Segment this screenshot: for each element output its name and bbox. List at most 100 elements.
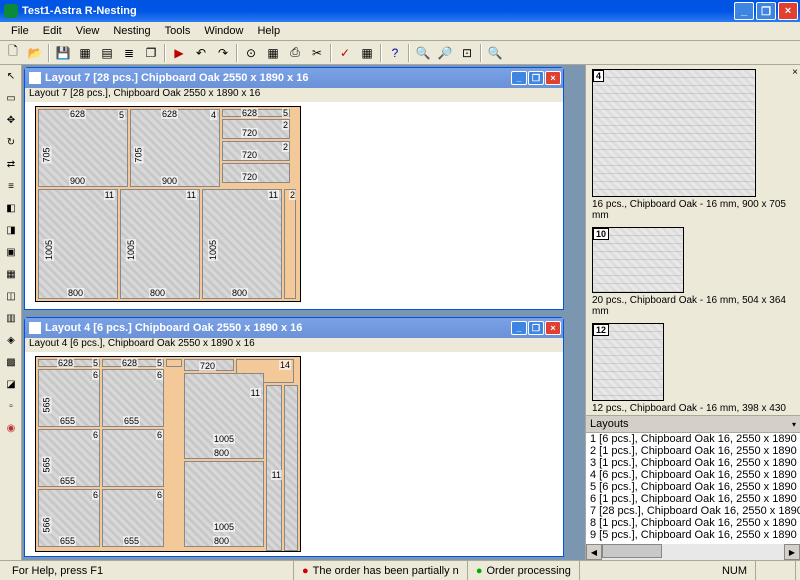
tool-b-icon[interactable]: ◨ (1, 220, 21, 240)
mdi-window-layout7[interactable]: Layout 7 [28 pcs.] Chipboard Oak 2550 x … (24, 67, 564, 310)
copy-icon[interactable]: ❐ (140, 43, 162, 63)
menu-window[interactable]: Window (197, 24, 250, 38)
tool-g-icon[interactable]: ◈ (1, 330, 21, 350)
parts-thumbnails: 4 16 pcs., Chipboard Oak - 16 mm, 900 x … (586, 65, 800, 415)
calendar-icon[interactable]: ▦ (356, 43, 378, 63)
layout-icon (29, 322, 41, 334)
chevron-down-icon[interactable]: ▾ (792, 420, 796, 429)
layout-row[interactable]: 4 [6 pcs.], Chipboard Oak 16, 2550 x 189… (586, 469, 800, 481)
mdi-close-button[interactable]: × (545, 321, 561, 335)
mdi-close-button[interactable]: × (545, 71, 561, 85)
grid-icon[interactable]: ▤ (96, 43, 118, 63)
help-icon[interactable]: ? (384, 43, 406, 63)
status-order-msg: ●The order has been partially n (294, 561, 468, 580)
status-help: For Help, press F1 (4, 561, 294, 580)
close-button[interactable]: × (778, 2, 798, 20)
move-icon[interactable]: ✥ (1, 110, 21, 130)
menu-edit[interactable]: Edit (36, 24, 69, 38)
pointer-icon[interactable]: ↖ (1, 66, 21, 86)
layers-icon[interactable]: ≣ (118, 43, 140, 63)
align-icon[interactable]: ≡ (1, 176, 21, 196)
mdi-area: Layout 7 [28 pcs.] Chipboard Oak 2550 x … (22, 65, 585, 560)
thumb-caption: 20 pcs., Chipboard Oak - 16 mm, 504 x 36… (592, 293, 794, 319)
open-icon[interactable]: 📂 (24, 43, 46, 63)
cut-icon[interactable]: ✂ (306, 43, 328, 63)
layout-icon (29, 72, 41, 84)
flip-icon[interactable]: ⇄ (1, 154, 21, 174)
table-icon[interactable]: ▦ (262, 43, 284, 63)
menubar: File Edit View Nesting Tools Window Help (0, 22, 800, 41)
rotate-icon[interactable]: ↻ (1, 132, 21, 152)
zoom-in-icon[interactable]: 🔍 (412, 43, 434, 63)
tool-a-icon[interactable]: ◧ (1, 198, 21, 218)
layout-row[interactable]: 8 [1 pcs.], Chipboard Oak 16, 2550 x 189… (586, 517, 800, 529)
save-icon[interactable]: 💾 (52, 43, 74, 63)
tool-k-icon[interactable]: ◉ (1, 418, 21, 438)
mdi-min-button[interactable]: _ (511, 71, 527, 85)
layout-row[interactable]: 1 [6 pcs.], Chipboard Oak 16, 2550 x 189… (586, 433, 800, 445)
run-icon[interactable]: ▶ (168, 43, 190, 63)
menu-help[interactable]: Help (250, 24, 287, 38)
titlebar: Test1-Astra R-Nesting _ ❐ × (0, 0, 800, 22)
left-toolbar: ↖ ▭ ✥ ↻ ⇄ ≡ ◧ ◨ ▣ ▦ ◫ ▥ ◈ ▩ ◪ ▫ ◉ (0, 65, 22, 560)
layouts-header: Layouts (590, 418, 629, 430)
layout-row[interactable]: 9 [5 pcs.], Chipboard Oak 16, 2550 x 189… (586, 529, 800, 541)
mdi-max-button[interactable]: ❐ (528, 71, 544, 85)
status-order-proc: ●Order processing (468, 561, 580, 580)
tool-h-icon[interactable]: ▩ (1, 352, 21, 372)
layout-canvas[interactable]: 5628705900 4628705900 5628 2720 2720 720… (25, 102, 563, 309)
menu-nesting[interactable]: Nesting (106, 24, 157, 38)
mdi-min-button[interactable]: _ (511, 321, 527, 335)
print-icon[interactable]: ⎙ (284, 43, 306, 63)
menu-file[interactable]: File (4, 24, 36, 38)
layout-row[interactable]: 6 [1 pcs.], Chipboard Oak 16, 2550 x 189… (586, 493, 800, 505)
redo-icon[interactable]: ↷ (212, 43, 234, 63)
tool-f-icon[interactable]: ▥ (1, 308, 21, 328)
zoom-fit-icon[interactable]: ⊡ (456, 43, 478, 63)
tool-j-icon[interactable]: ▫ (1, 396, 21, 416)
layout-canvas[interactable]: 5628 5628 720 14 6565655 6655 118001005 … (25, 352, 563, 556)
undo-icon[interactable]: ↶ (190, 43, 212, 63)
tool-c-icon[interactable]: ▣ (1, 242, 21, 262)
new-icon[interactable]: 🗋 (2, 43, 24, 63)
mdi-max-button[interactable]: ❐ (528, 321, 544, 335)
minimize-button[interactable]: _ (734, 2, 754, 20)
mdi-title: Layout 7 [28 pcs.] Chipboard Oak 2550 x … (45, 72, 511, 84)
window-title: Test1-Astra R-Nesting (22, 5, 734, 17)
thumb-caption: 12 pcs., Chipboard Oak - 16 mm, 398 x 43… (592, 401, 794, 415)
menu-tools[interactable]: Tools (158, 24, 198, 38)
zoom-out-icon[interactable]: 🔎 (434, 43, 456, 63)
tool-e-icon[interactable]: ◫ (1, 286, 21, 306)
part-thumb[interactable]: 4 16 pcs., Chipboard Oak - 16 mm, 900 x … (592, 69, 794, 223)
layout-row[interactable]: 2 [1 pcs.], Chipboard Oak 16, 2550 x 189… (586, 445, 800, 457)
zoom-region-icon[interactable]: 🔍 (484, 43, 506, 63)
layout-row[interactable]: 5 [6 pcs.], Chipboard Oak 16, 2550 x 189… (586, 481, 800, 493)
part-thumb[interactable]: 10 20 pcs., Chipboard Oak - 16 mm, 504 x… (592, 227, 794, 319)
menu-view[interactable]: View (69, 24, 107, 38)
status-num: NUM (714, 561, 756, 580)
tile-icon[interactable]: ▦ (74, 43, 96, 63)
target-icon[interactable]: ⊙ (240, 43, 262, 63)
layout-row[interactable]: 3 [1 pcs.], Chipboard Oak 16, 2550 x 189… (586, 457, 800, 469)
layouts-list[interactable]: 1 [6 pcs.], Chipboard Oak 16, 2550 x 189… (586, 433, 800, 544)
select-icon[interactable]: ▭ (1, 88, 21, 108)
app-icon (4, 4, 18, 18)
scroll-left-icon[interactable]: ◀ (586, 544, 602, 560)
right-panel: × 4 16 pcs., Chipboard Oak - 16 mm, 900 … (585, 65, 800, 560)
layout-row[interactable]: 7 [28 pcs.], Chipboard Oak 16, 2550 x 18… (586, 505, 800, 517)
tool-i-icon[interactable]: ◪ (1, 374, 21, 394)
h-scrollbar[interactable]: ◀ ▶ (586, 544, 800, 560)
statusbar: For Help, press F1 ●The order has been p… (0, 560, 800, 580)
mdi-title: Layout 4 [6 pcs.] Chipboard Oak 2550 x 1… (45, 322, 511, 334)
part-thumb[interactable]: 12 12 pcs., Chipboard Oak - 16 mm, 398 x… (592, 323, 794, 415)
tool-d-icon[interactable]: ▦ (1, 264, 21, 284)
thumb-tag: 12 (593, 324, 609, 336)
mdi-caption: Layout 7 [28 pcs.], Chipboard Oak 2550 x… (25, 88, 563, 102)
maximize-button[interactable]: ❐ (756, 2, 776, 20)
panel-close-icon[interactable]: × (792, 67, 798, 78)
mdi-caption: Layout 4 [6 pcs.], Chipboard Oak 2550 x … (25, 338, 563, 352)
scroll-right-icon[interactable]: ▶ (784, 544, 800, 560)
mdi-window-layout4[interactable]: Layout 4 [6 pcs.] Chipboard Oak 2550 x 1… (24, 317, 564, 557)
check-icon[interactable]: ✓ (334, 43, 356, 63)
thumb-caption: 16 pcs., Chipboard Oak - 16 mm, 900 x 70… (592, 197, 794, 223)
